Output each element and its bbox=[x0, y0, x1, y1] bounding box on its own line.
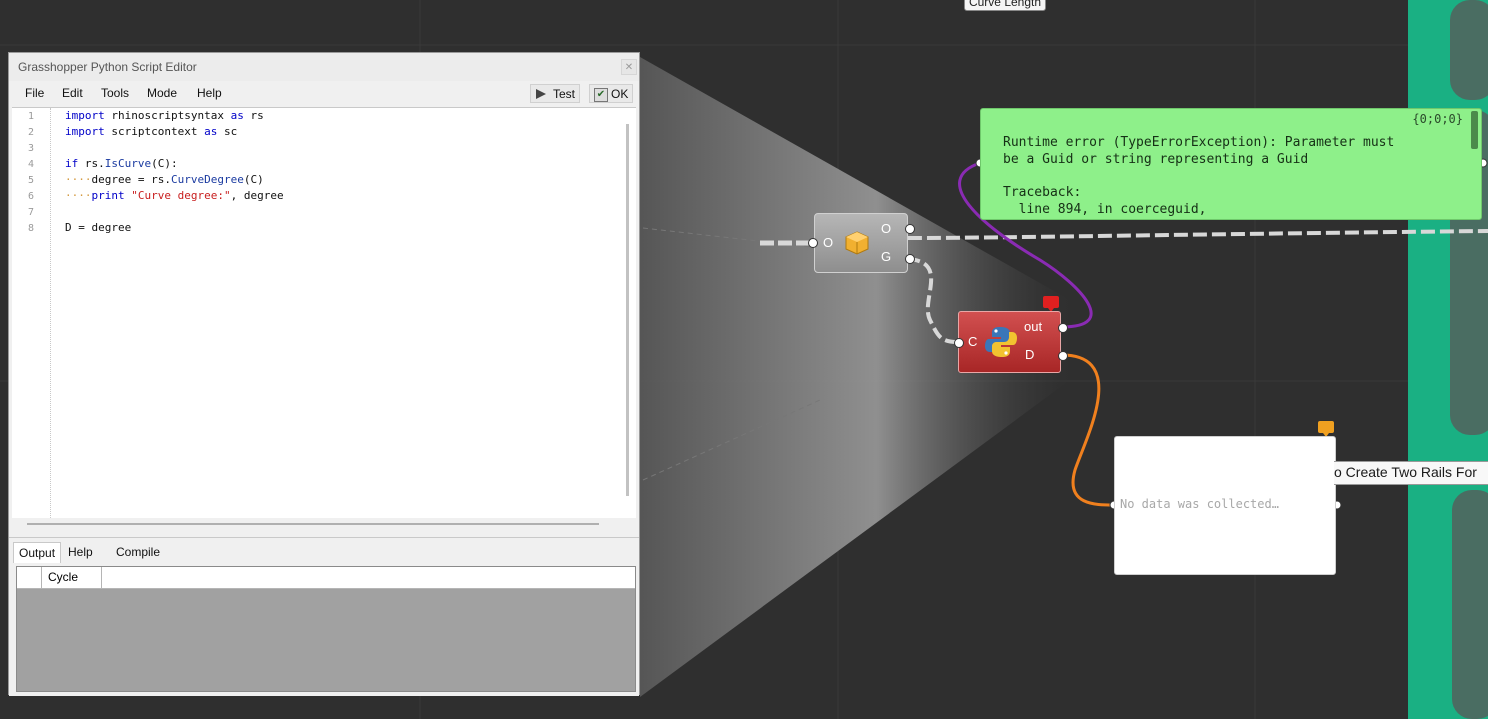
empty-panel[interactable]: No data was collected… bbox=[1114, 436, 1336, 575]
group-label[interactable]: o Create Two Rails For bbox=[1334, 461, 1488, 485]
code-keyword: if bbox=[65, 157, 79, 170]
python-output-d-label: D bbox=[1025, 347, 1035, 362]
line-number: 3 bbox=[28, 143, 35, 154]
grid-header: Cycle bbox=[17, 567, 635, 589]
code-line: ····print "Curve degree:", degree bbox=[65, 189, 284, 202]
output-panel: Output Help Compile Cycle bbox=[9, 537, 639, 696]
editor-menu-bar: File Edit Tools Mode Help Test ✔ OK bbox=[9, 83, 639, 105]
error-flag bbox=[1043, 296, 1059, 308]
line-number: 5 bbox=[28, 175, 35, 186]
line-number: 1 bbox=[28, 111, 35, 122]
code-line: if rs.IsCurve(C): bbox=[65, 157, 178, 170]
menu-file[interactable]: File bbox=[25, 86, 44, 100]
line-number: 4 bbox=[28, 159, 35, 170]
ok-button-label: OK bbox=[611, 87, 629, 101]
top-component-label: Curve Length bbox=[964, 0, 1046, 11]
grid-corner-cell bbox=[17, 567, 42, 588]
code-keyword: import bbox=[65, 109, 105, 122]
output-grid[interactable]: Cycle bbox=[16, 566, 636, 692]
decon-output-o-grip[interactable] bbox=[905, 224, 915, 234]
code-line: D = degree bbox=[65, 221, 132, 234]
panel-placeholder-text: No data was collected… bbox=[1120, 497, 1279, 511]
vertical-scrollbar[interactable] bbox=[626, 124, 629, 496]
python-script-component[interactable]: C out D bbox=[958, 311, 1061, 373]
code-text: (C): bbox=[151, 157, 178, 170]
code-function: IsCurve bbox=[104, 157, 152, 170]
code-text: rs bbox=[243, 109, 264, 122]
code-text: degree = rs. bbox=[91, 173, 171, 186]
line-number: 6 bbox=[28, 191, 35, 202]
code-line: import rhinoscriptsyntax as rs bbox=[65, 109, 264, 122]
error-line: Traceback: bbox=[1003, 185, 1082, 200]
tab-output[interactable]: Output bbox=[13, 542, 62, 563]
test-button[interactable]: Test bbox=[530, 84, 580, 103]
tab-help[interactable]: Help bbox=[63, 542, 98, 562]
panel-scrollbar[interactable] bbox=[1471, 111, 1478, 149]
code-editor[interactable]: 1 2 3 4 5 6 7 8 import rhinoscriptsyntax… bbox=[12, 107, 636, 518]
python-icon bbox=[983, 324, 1019, 360]
code-keyword: as bbox=[230, 109, 244, 122]
python-output-out-grip[interactable] bbox=[1058, 323, 1068, 333]
tab-compile[interactable]: Compile bbox=[111, 542, 165, 562]
code-text: rs. bbox=[78, 157, 105, 170]
menu-mode[interactable]: Mode bbox=[147, 86, 177, 100]
menu-edit[interactable]: Edit bbox=[62, 86, 83, 100]
code-text: scriptcontext bbox=[104, 125, 205, 138]
error-output-panel[interactable]: {0;0;0} Runtime error (TypeErrorExceptio… bbox=[980, 108, 1482, 220]
editor-title: Grasshopper Python Script Editor bbox=[18, 60, 197, 74]
decon-input-label: O bbox=[823, 235, 834, 250]
decon-output-g-grip[interactable] bbox=[905, 254, 915, 264]
box-icon bbox=[844, 230, 870, 256]
group-label-text: o Create Two Rails For bbox=[1334, 464, 1477, 480]
deconstruct-component[interactable]: O O G bbox=[814, 213, 908, 273]
code-line: import scriptcontext as sc bbox=[65, 125, 237, 138]
decon-output-g-label: G bbox=[881, 249, 892, 264]
error-line: be a Guid or string representing a Guid bbox=[1003, 152, 1309, 167]
editor-title-bar[interactable]: Grasshopper Python Script Editor bbox=[9, 53, 639, 81]
decon-input-grip[interactable] bbox=[808, 238, 818, 248]
error-line: Runtime error (TypeErrorException): Para… bbox=[1003, 135, 1395, 150]
code-function: CurveDegree bbox=[170, 173, 244, 186]
python-input-grip[interactable] bbox=[954, 338, 964, 348]
panel-data-path: {0;0;0} bbox=[1412, 112, 1463, 126]
code-text: (C) bbox=[243, 173, 264, 186]
error-line: line 894, in coerceguid, bbox=[1003, 202, 1207, 217]
menu-help[interactable]: Help bbox=[197, 86, 222, 100]
play-icon bbox=[536, 89, 546, 99]
line-number: 2 bbox=[28, 127, 35, 138]
close-icon[interactable]: ✕ bbox=[621, 59, 637, 75]
horizontal-scrollbar[interactable] bbox=[27, 523, 599, 525]
warning-flag bbox=[1318, 421, 1334, 433]
ok-button[interactable]: ✔ OK bbox=[589, 84, 633, 103]
menu-tools[interactable]: Tools bbox=[101, 86, 129, 100]
wire-decon-o bbox=[907, 229, 1488, 240]
indent-dots: ···· bbox=[65, 189, 92, 202]
python-script-editor-window[interactable]: Grasshopper Python Script Editor ✕ File … bbox=[8, 52, 640, 696]
grid-column-header[interactable]: Cycle bbox=[41, 567, 102, 588]
code-string: "Curve degree:" bbox=[131, 189, 231, 202]
line-number-gutter: 1 2 3 4 5 6 7 8 bbox=[12, 108, 51, 518]
code-keyword: print bbox=[91, 189, 125, 202]
indent-dots: ···· bbox=[65, 173, 92, 186]
decon-output-o-label: O bbox=[881, 221, 892, 236]
code-line: ····degree = rs.CurveDegree(C) bbox=[65, 173, 264, 186]
code-text: sc bbox=[217, 125, 238, 138]
test-button-label: Test bbox=[553, 87, 576, 101]
code-text: rhinoscriptsyntax bbox=[104, 109, 231, 122]
line-number: 8 bbox=[28, 223, 35, 234]
code-text: , degree bbox=[230, 189, 284, 202]
line-number: 7 bbox=[28, 207, 35, 218]
python-input-c-label: C bbox=[968, 334, 978, 349]
python-output-d-grip[interactable] bbox=[1058, 351, 1068, 361]
python-output-out-label: out bbox=[1024, 319, 1043, 334]
code-keyword: import bbox=[65, 125, 105, 138]
checkmark-icon: ✔ bbox=[594, 88, 608, 102]
code-keyword: as bbox=[204, 125, 218, 138]
